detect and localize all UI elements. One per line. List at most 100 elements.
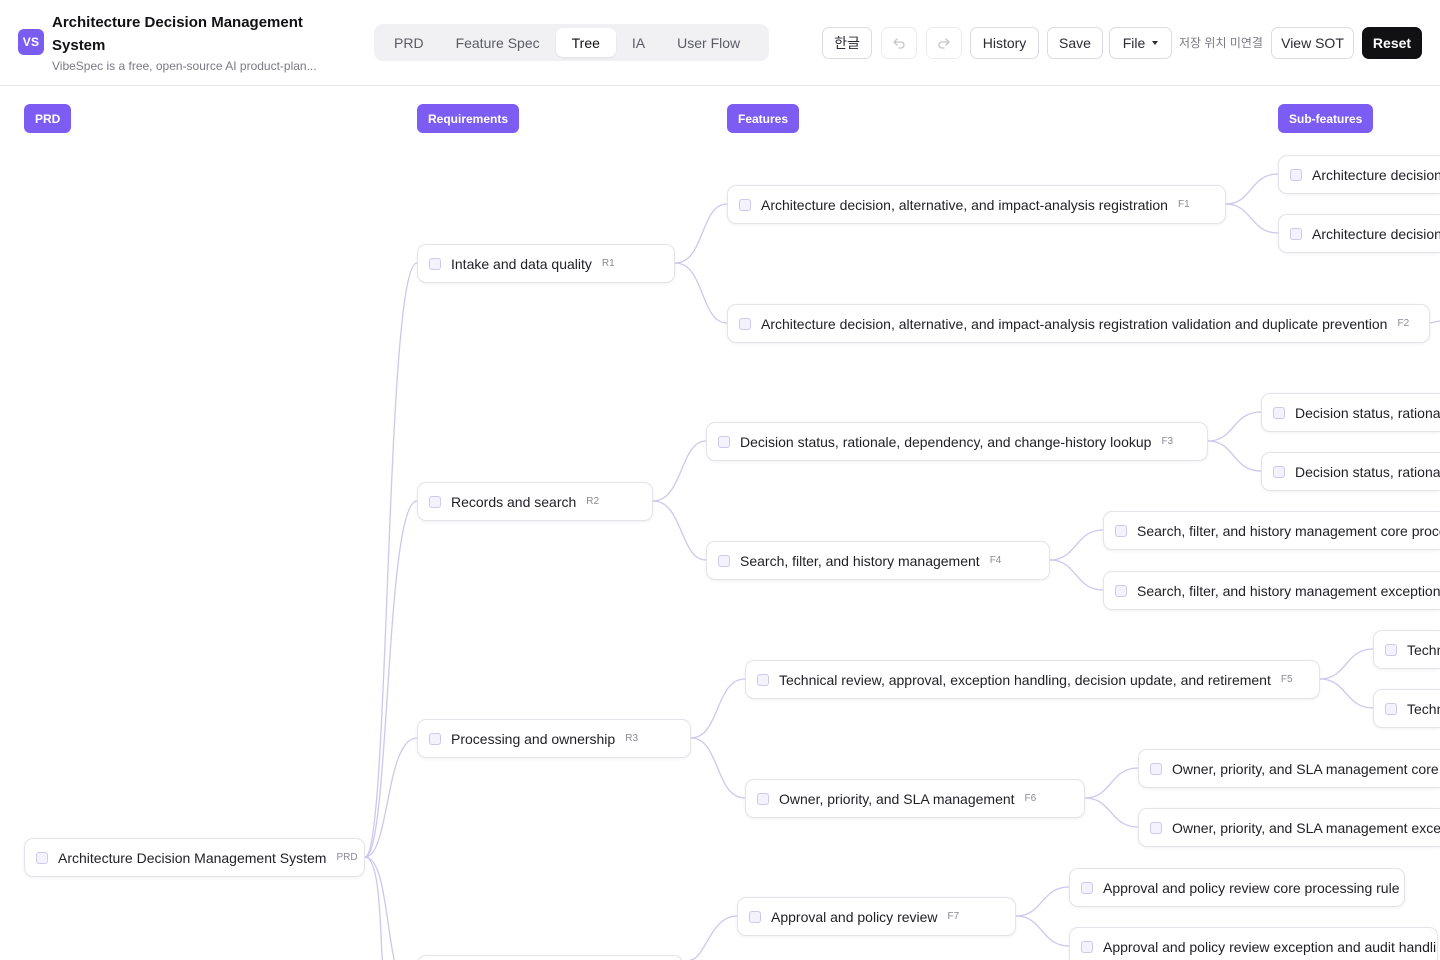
node-label: Approval and policy review exception and… [1103, 938, 1438, 955]
node-checkbox[interactable] [757, 792, 769, 805]
node-label: Architecture decision, a [1312, 166, 1440, 183]
node-label: Processing and ownership [451, 730, 616, 747]
column-header-prd: PRD [24, 104, 72, 133]
node-checkbox[interactable] [718, 554, 730, 567]
tree-node-feature[interactable]: Owner, priority, and SLA management F6 [745, 779, 1085, 818]
view-tabs: PRD Feature Spec Tree IA User Flow [374, 24, 769, 61]
node-label: Owner, priority, and SLA management [779, 790, 1015, 807]
tree-node-root[interactable]: Architecture Decision Management System … [24, 838, 365, 877]
tree-node-subfeature[interactable]: Techn [1373, 689, 1440, 728]
undo-button[interactable] [881, 27, 917, 59]
column-header-subfeatures: Sub-features [1278, 104, 1374, 133]
node-label: Approval and policy review core processi… [1103, 879, 1400, 896]
tree-node-feature[interactable]: Architecture decision, alternative, and … [727, 185, 1226, 224]
node-checkbox[interactable] [1115, 524, 1127, 537]
app-logo: VS [18, 29, 44, 55]
reset-button[interactable]: Reset [1362, 27, 1422, 59]
file-menu-button[interactable]: File [1109, 27, 1172, 59]
node-label: Decision status, rationale, dependency, … [740, 433, 1152, 450]
node-checkbox[interactable] [1081, 881, 1093, 894]
language-button[interactable]: 한글 [822, 27, 872, 59]
tab-prd[interactable]: PRD [378, 28, 440, 57]
node-checkbox[interactable] [429, 732, 441, 745]
tree-node-subfeature[interactable]: Architecture decision, a [1278, 155, 1440, 194]
node-checkbox[interactable] [739, 198, 751, 211]
node-label: Search, filter, and history management [740, 552, 980, 569]
node-label: Techn [1407, 641, 1440, 658]
redo-button[interactable] [926, 27, 962, 59]
view-sot-button[interactable]: View SOT [1271, 27, 1354, 59]
node-checkbox[interactable] [739, 317, 751, 330]
node-code: F1 [1177, 199, 1190, 210]
node-checkbox[interactable] [1385, 702, 1397, 715]
redo-icon [938, 38, 950, 49]
node-code: F4 [989, 555, 1002, 566]
node-checkbox[interactable] [749, 910, 761, 923]
node-checkbox[interactable] [718, 435, 730, 448]
tree-node-subfeature[interactable]: Architecture decision, a [1278, 214, 1440, 253]
node-checkbox[interactable] [1273, 406, 1285, 419]
node-label: Technical review, approval, exception ha… [779, 671, 1271, 688]
save-button[interactable]: Save [1047, 27, 1103, 59]
app-subtitle: VibeSpec is a free, open-source AI produ… [52, 59, 317, 73]
tree-node-requirement[interactable]: Records and search R2 [417, 482, 653, 521]
node-code: F3 [1161, 436, 1174, 447]
tree-node-subfeature[interactable]: Techn [1373, 630, 1440, 669]
node-checkbox[interactable] [36, 851, 48, 864]
tree-node-subfeature[interactable]: Approval and policy review core processi… [1069, 868, 1405, 907]
tree-node-feature[interactable]: Architecture decision, alternative, and … [727, 304, 1430, 343]
column-header-requirements: Requirements [417, 104, 520, 133]
tree-node-subfeature[interactable]: Approval and policy review exception and… [1069, 927, 1438, 960]
node-code: F2 [1397, 318, 1410, 329]
node-checkbox[interactable] [1115, 584, 1127, 597]
node-checkbox[interactable] [1150, 821, 1162, 834]
node-checkbox[interactable] [1290, 168, 1302, 181]
node-code: R1 [601, 258, 615, 269]
tree-node-subfeature[interactable]: Decision status, rationale, [1261, 393, 1440, 432]
node-checkbox[interactable] [1290, 227, 1302, 240]
tree-canvas[interactable]: PRD Requirements Features Sub-features A… [0, 87, 1440, 960]
node-checkbox[interactable] [429, 257, 441, 270]
tree-node-subfeature[interactable]: Owner, priority, and SLA management core… [1138, 749, 1440, 788]
tab-user-flow[interactable]: User Flow [661, 28, 756, 57]
tree-node-feature[interactable]: Decision status, rationale, dependency, … [706, 422, 1208, 461]
node-label: Architecture decision, a [1312, 225, 1440, 242]
node-label: Owner, priority, and SLA management core… [1172, 760, 1440, 777]
node-label: Search, filter, and history management c… [1137, 522, 1440, 539]
node-checkbox[interactable] [1150, 762, 1162, 775]
tree-node-subfeature[interactable]: Search, filter, and history management c… [1103, 511, 1440, 550]
tree-node-feature[interactable]: Approval and policy review F7 [737, 897, 1016, 936]
node-checkbox[interactable] [1385, 643, 1397, 656]
node-checkbox[interactable] [757, 673, 769, 686]
node-label: Intake and data quality [451, 255, 592, 272]
tab-ia[interactable]: IA [616, 28, 661, 57]
node-checkbox[interactable] [1081, 940, 1093, 953]
tree-node-subfeature[interactable]: Owner, priority, and SLA management exce… [1138, 808, 1440, 847]
node-code: F5 [1280, 674, 1293, 685]
node-label: Records and search [451, 493, 577, 510]
node-checkbox[interactable] [1273, 465, 1285, 478]
tree-node-feature[interactable]: Technical review, approval, exception ha… [745, 660, 1320, 699]
node-label: Owner, priority, and SLA management exce… [1172, 819, 1440, 836]
chevron-down-icon [1152, 41, 1159, 45]
tab-feature-spec[interactable]: Feature Spec [440, 28, 556, 57]
node-label: Architecture decision, alternative, and … [761, 315, 1388, 332]
save-location-status: 저장 위치 미연결 [1179, 36, 1263, 50]
node-label: Search, filter, and history management e… [1137, 582, 1440, 599]
tree-node-requirement[interactable]: Processing and ownership R3 [417, 719, 691, 758]
node-checkbox[interactable] [429, 495, 441, 508]
tree-node-requirement[interactable] [417, 955, 683, 960]
tree-node-subfeature[interactable]: Search, filter, and history management e… [1103, 571, 1440, 610]
column-header-features: Features [727, 104, 800, 133]
history-button[interactable]: History [970, 27, 1039, 59]
undo-icon [893, 38, 905, 49]
node-code: F7 [947, 911, 960, 922]
tree-node-subfeature[interactable]: Decision status, rationale, [1261, 452, 1440, 491]
node-label: Architecture Decision Management System [58, 849, 327, 866]
tree-node-feature[interactable]: Search, filter, and history management F… [706, 541, 1050, 580]
tab-tree[interactable]: Tree [555, 28, 616, 57]
file-menu-label: File [1122, 35, 1146, 51]
tree-node-requirement[interactable]: Intake and data quality R1 [417, 244, 675, 283]
node-label: Architecture decision, alternative, and … [761, 196, 1168, 213]
node-code: F6 [1024, 793, 1037, 804]
